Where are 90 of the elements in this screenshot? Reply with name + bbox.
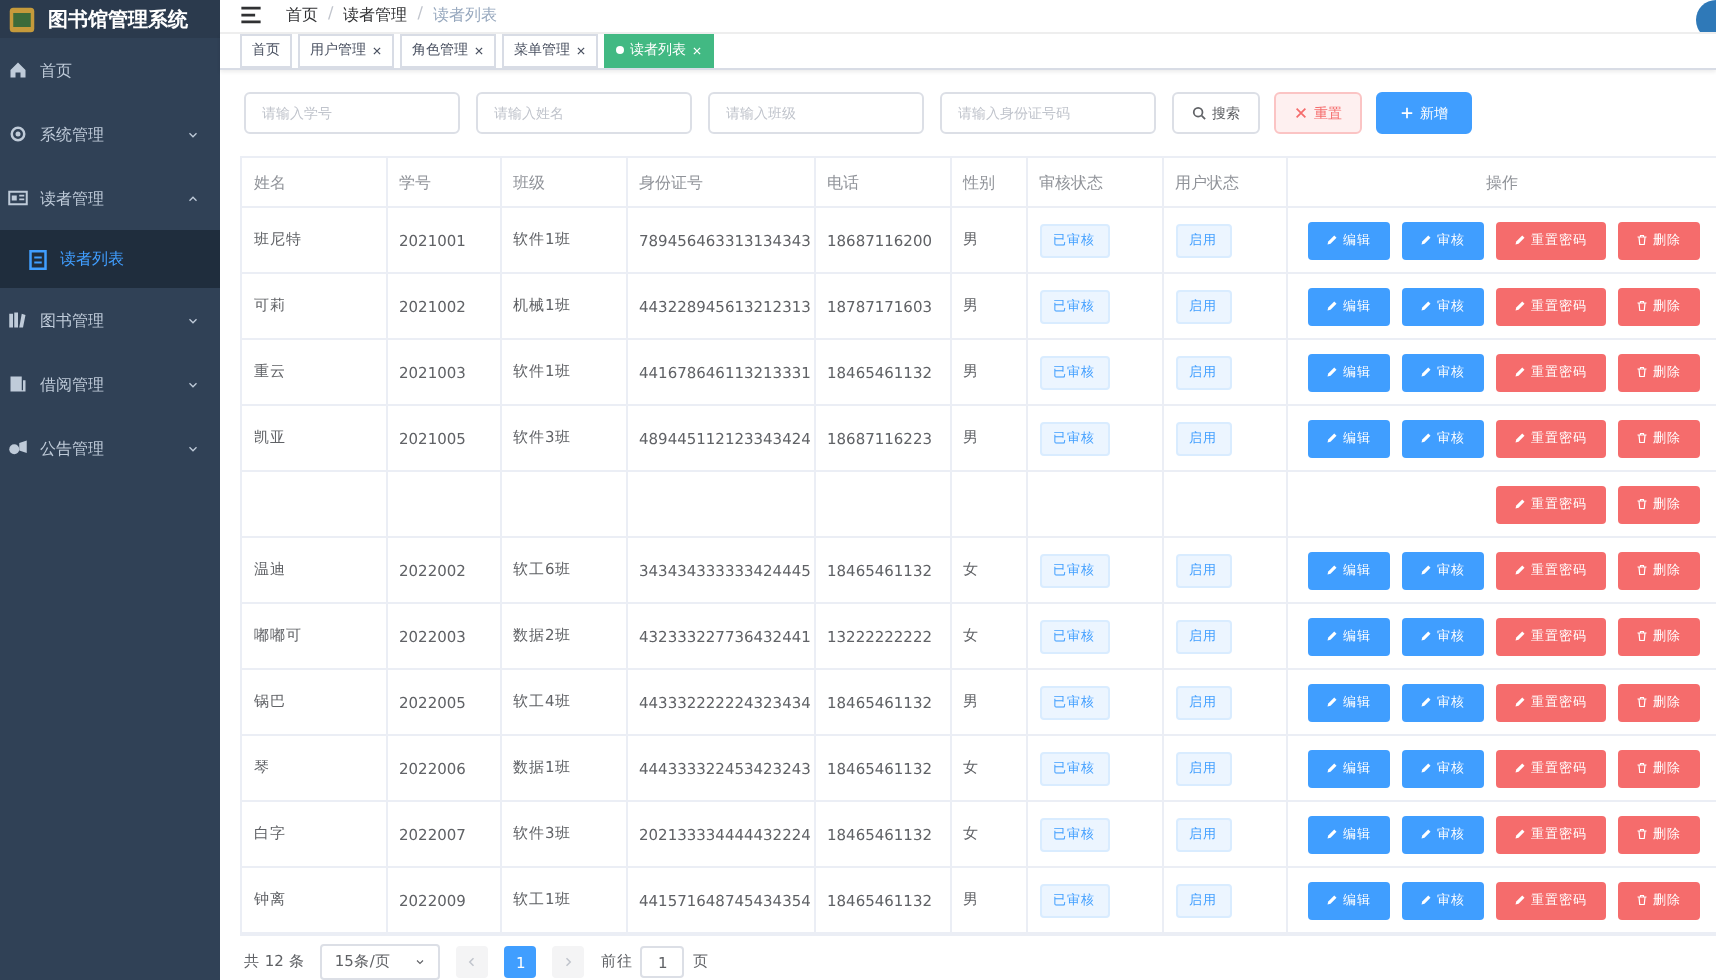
pencil-icon <box>1513 828 1525 840</box>
pencil-icon <box>1513 630 1525 642</box>
menu-item[interactable]: 图书管理 <box>0 288 220 352</box>
pencil-icon <box>1513 498 1525 510</box>
trash-icon <box>1635 630 1647 642</box>
book-icon <box>8 374 28 394</box>
pencil-icon <box>1419 234 1431 246</box>
pencil-icon <box>1325 630 1337 642</box>
app-title: 图书馆管理系统 <box>48 7 188 33</box>
menu-item[interactable]: 系统管理 <box>0 102 220 166</box>
close-icon <box>474 45 484 56</box>
column-header: 身份证号 <box>626 158 814 207</box>
logo-icon <box>8 5 36 33</box>
trash-icon <box>1635 432 1647 444</box>
pencil-icon <box>1325 432 1337 444</box>
pencil-icon <box>1513 894 1525 906</box>
chevron-icon <box>186 377 200 391</box>
pencil-icon <box>1419 696 1431 708</box>
pencil-icon <box>1513 234 1525 246</box>
pencil-icon <box>1419 630 1431 642</box>
chevron-right-icon <box>562 956 575 968</box>
trash-icon <box>1635 234 1647 246</box>
pencil-icon <box>1325 894 1337 906</box>
pencil-icon <box>1513 762 1525 774</box>
column-header: 审核状态 <box>1026 158 1162 207</box>
menu-item[interactable]: 首页 <box>0 38 220 102</box>
pencil-icon <box>1325 696 1337 708</box>
column-header: 性别 <box>950 158 1026 207</box>
pencil-icon <box>1419 828 1431 840</box>
breadcrumb-separator: / <box>417 4 423 27</box>
pencil-icon <box>1513 432 1525 444</box>
pencil-icon <box>1419 300 1431 312</box>
trash-icon <box>1635 696 1647 708</box>
chevron-icon <box>186 127 200 141</box>
menu-item[interactable]: 借阅管理 <box>0 352 220 416</box>
books-icon <box>8 310 28 330</box>
trash-icon <box>1635 762 1647 774</box>
close-icon <box>1294 106 1308 120</box>
chevron-icon <box>414 956 427 968</box>
column-header: 操作 <box>1286 158 1716 207</box>
pencil-icon <box>1513 366 1525 378</box>
trash-icon <box>1635 894 1647 906</box>
chevron-icon <box>186 313 200 327</box>
document-icon <box>28 249 48 269</box>
chevron-left-icon <box>466 956 479 968</box>
menu-icon <box>240 4 262 27</box>
column-header: 学号 <box>386 158 500 207</box>
trash-icon <box>1635 300 1647 312</box>
breadcrumb-item[interactable]: 读者管理 <box>343 4 408 27</box>
home-icon <box>8 60 28 80</box>
trash-icon <box>1635 828 1647 840</box>
pencil-icon <box>1513 300 1525 312</box>
column-header: 班级 <box>500 158 626 207</box>
pencil-icon <box>1419 432 1431 444</box>
column-header: 电话 <box>814 158 950 207</box>
close-icon <box>692 45 702 56</box>
pencil-icon <box>1325 828 1337 840</box>
next-page-button[interactable] <box>552 946 585 978</box>
search-icon <box>1192 106 1206 120</box>
pencil-icon <box>1513 564 1525 576</box>
chevron-icon <box>186 441 200 455</box>
column-header: 姓名 <box>242 158 386 207</box>
gear-icon <box>8 124 28 144</box>
notice-icon <box>8 438 28 458</box>
pencil-icon <box>1513 696 1525 708</box>
pencil-icon <box>1325 300 1337 312</box>
breadcrumb-separator: / <box>328 4 334 27</box>
submenu-item[interactable]: 读者列表 <box>0 230 220 288</box>
pencil-icon <box>1419 564 1431 576</box>
id-card-icon <box>8 188 28 208</box>
close-icon <box>372 45 382 56</box>
chevron-icon <box>186 191 200 205</box>
pencil-icon <box>1325 762 1337 774</box>
previous-page-button[interactable] <box>456 946 489 978</box>
breadcrumb-item: 读者列表 <box>432 4 497 27</box>
plus-icon <box>1400 106 1414 120</box>
pencil-icon <box>1325 234 1337 246</box>
column-header: 用户状态 <box>1162 158 1286 207</box>
menu-item[interactable]: 公告管理 <box>0 416 220 480</box>
breadcrumb-item[interactable]: 首页 <box>286 4 318 27</box>
pencil-icon <box>1325 564 1337 576</box>
trash-icon <box>1635 498 1647 510</box>
pencil-icon <box>1419 366 1431 378</box>
trash-icon <box>1635 366 1647 378</box>
trash-icon <box>1635 564 1647 576</box>
pencil-icon <box>1419 894 1431 906</box>
pencil-icon <box>1325 366 1337 378</box>
pencil-icon <box>1419 762 1431 774</box>
menu-item[interactable]: 读者管理 <box>0 166 220 230</box>
close-icon <box>576 45 586 56</box>
